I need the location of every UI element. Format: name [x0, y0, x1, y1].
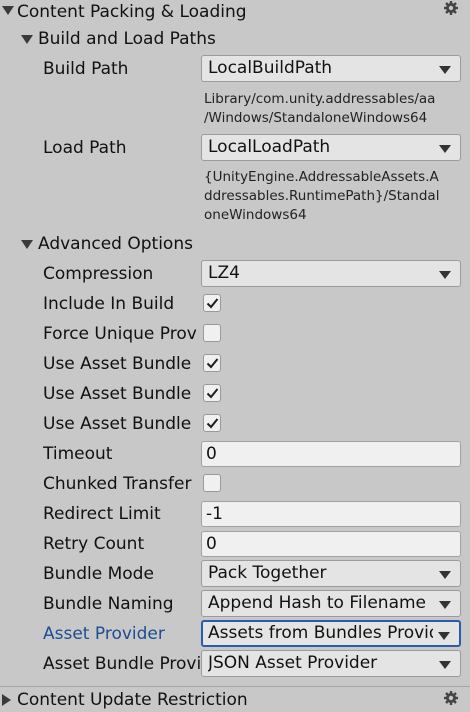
asset-provider-label: Asset Provider: [43, 624, 165, 644]
path-line: /Windows/StandaloneWindows64: [204, 110, 428, 126]
dropdown-arrow-icon: [439, 601, 451, 609]
bundle-mode-dropdown[interactable]: Pack Together: [201, 560, 461, 587]
use-asset-bundle-cache-label: Use Asset Bundle Cache: [43, 354, 194, 374]
asset-provider-dropdown[interactable]: Assets from Bundles Provider: [201, 620, 461, 647]
build-path-value: LocalBuildPath: [208, 58, 333, 78]
dropdown-arrow-icon: [439, 145, 451, 153]
use-asset-bundle-crc-cached-label: Use Asset Bundle Crc For Cached Bundles: [43, 414, 194, 434]
path-line: Library/com.unity.addressables/aa: [204, 91, 436, 107]
load-path-value: LocalLoadPath: [208, 137, 331, 157]
section-title: Content Packing & Loading: [17, 2, 247, 22]
include-in-build-checkbox[interactable]: [203, 294, 221, 312]
foldout-label: Advanced Options: [38, 234, 193, 254]
checkmark-icon: [206, 358, 219, 369]
checkmark-icon: [206, 298, 219, 309]
timeout-label: Timeout: [43, 444, 113, 464]
dropdown-arrow-icon: [439, 271, 451, 279]
build-path-resolved: Library/com.unity.addressables/aa /Windo…: [204, 90, 466, 128]
build-path-dropdown[interactable]: LocalBuildPath: [201, 55, 461, 82]
path-line: {UnityEngine.AddressableAssets.A: [204, 169, 439, 185]
use-asset-bundle-cache-checkbox[interactable]: [203, 354, 221, 372]
use-asset-bundle-crc-checkbox[interactable]: [203, 384, 221, 402]
retry-count-field[interactable]: 0: [201, 531, 461, 557]
checkmark-icon: [206, 388, 219, 399]
build-path-label: Build Path: [43, 59, 129, 79]
section-header-content-packing[interactable]: Content Packing & Loading: [0, 0, 470, 24]
redirect-limit-field[interactable]: -1: [201, 501, 461, 527]
retry-count-label: Retry Count: [43, 534, 145, 554]
compression-label: Compression: [43, 264, 154, 284]
asset-bundle-provider-dropdown[interactable]: JSON Asset Provider: [201, 650, 461, 677]
use-asset-bundle-crc-cached-checkbox[interactable]: [203, 414, 221, 432]
foldout-collapsed-icon[interactable]: [2, 694, 11, 706]
asset-bundle-provider-label: Asset Bundle Provider: [43, 654, 202, 674]
bundle-naming-label: Bundle Naming: [43, 594, 174, 614]
chunked-transfer-checkbox[interactable]: [203, 474, 221, 492]
load-path-label: Load Path: [43, 138, 127, 158]
compression-value: LZ4: [208, 263, 240, 283]
bundle-naming-dropdown[interactable]: Append Hash to Filename: [201, 590, 461, 617]
section-title: Content Update Restriction: [17, 690, 248, 710]
bundle-naming-value: Append Hash to Filename: [208, 593, 427, 613]
include-in-build-label: Include In Build: [43, 294, 175, 314]
dropdown-arrow-icon: [439, 571, 451, 579]
dropdown-arrow-icon: [438, 632, 450, 640]
path-line: oneWindows64: [204, 207, 307, 223]
section-header-content-update[interactable]: Content Update Restriction: [0, 688, 470, 712]
foldout-expanded-icon[interactable]: [21, 35, 33, 44]
redirect-limit-label: Redirect Limit: [43, 504, 161, 524]
section-divider: [0, 686, 470, 687]
dropdown-arrow-icon: [439, 661, 451, 669]
asset-provider-value: Assets from Bundles Provider: [208, 623, 433, 643]
load-path-dropdown[interactable]: LocalLoadPath: [201, 134, 461, 161]
foldout-expanded-icon[interactable]: [21, 240, 33, 249]
bundle-mode-label: Bundle Mode: [43, 564, 154, 584]
load-path-resolved: {UnityEngine.AddressableAssets.A ddressa…: [204, 168, 466, 225]
use-asset-bundle-crc-label: Use Asset Bundle Crc: [43, 384, 194, 404]
force-unique-provider-checkbox[interactable]: [203, 324, 221, 342]
timeout-field[interactable]: 0: [201, 441, 461, 467]
force-unique-provider-label: Force Unique Provider: [43, 324, 198, 344]
path-line: ddressables.RuntimePath}/Standal: [204, 188, 440, 204]
asset-bundle-provider-value: JSON Asset Provider: [208, 653, 378, 673]
chunked-transfer-label: Chunked Transfer: [43, 474, 192, 494]
checkmark-icon: [206, 418, 219, 429]
foldout-expanded-icon[interactable]: [2, 6, 14, 15]
foldout-label: Build and Load Paths: [38, 29, 216, 49]
gear-icon[interactable]: [443, 0, 459, 16]
gear-icon[interactable]: [443, 690, 459, 706]
dropdown-arrow-icon: [439, 66, 451, 74]
compression-dropdown[interactable]: LZ4: [201, 260, 461, 287]
bundle-mode-value: Pack Together: [208, 563, 327, 583]
